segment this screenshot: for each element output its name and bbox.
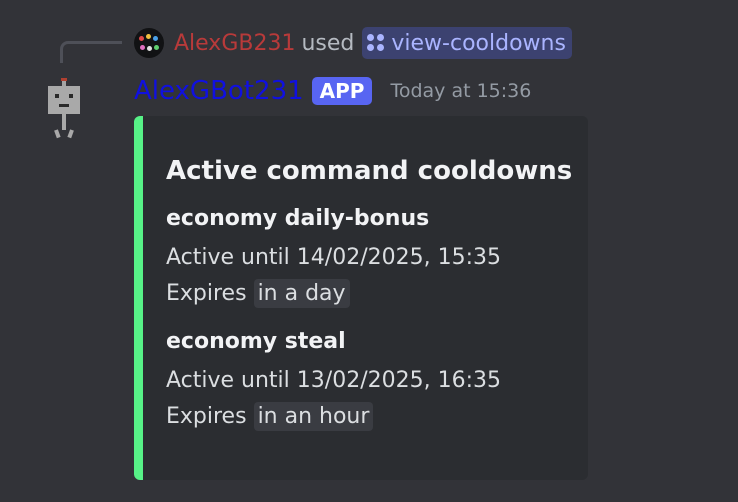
- robot-avatar-icon[interactable]: [44, 78, 84, 140]
- expires-line: Expires in an hour: [166, 399, 578, 435]
- reply-context[interactable]: AlexGB231 used view-cooldowns: [134, 27, 572, 59]
- active-until-line: Active until 14/02/2025, 15:35: [166, 240, 578, 276]
- active-until-line: Active until 13/02/2025, 16:35: [166, 363, 578, 399]
- bot-username[interactable]: AlexGBot231: [134, 76, 304, 106]
- embed-title: Active command cooldowns: [166, 156, 573, 186]
- active-until-prefix: Active until: [166, 245, 290, 270]
- embed-field: economy daily-bonus Active until 14/02/2…: [166, 205, 578, 312]
- reply-username[interactable]: AlexGB231: [174, 31, 295, 56]
- embed-body: Active command cooldowns economy daily-b…: [166, 154, 578, 451]
- embed-field: economy steal Active until 13/02/2025, 1…: [166, 328, 578, 435]
- reply-connector: [60, 41, 122, 63]
- active-until-date: 13/02/2025, 16:35: [296, 368, 501, 393]
- slash-command-mention[interactable]: view-cooldowns: [362, 27, 572, 59]
- discord-message-view: AlexGB231 used view-cooldowns AlexGBot23…: [0, 0, 738, 502]
- slash-command-icon: [366, 33, 386, 53]
- relative-timestamp[interactable]: in an hour: [253, 402, 374, 431]
- app-badge: APP: [311, 77, 373, 105]
- user-avatar-icon[interactable]: [134, 28, 164, 58]
- slash-command-label: view-cooldowns: [391, 30, 566, 56]
- message-timestamp[interactable]: Today at 15:36: [390, 80, 531, 102]
- relative-timestamp[interactable]: in a day: [253, 279, 350, 308]
- active-until-date: 14/02/2025, 15:35: [296, 245, 501, 270]
- expires-prefix: Expires: [166, 404, 247, 429]
- expires-prefix: Expires: [166, 281, 247, 306]
- reply-action-text: used: [301, 30, 355, 56]
- active-until-prefix: Active until: [166, 368, 290, 393]
- expires-line: Expires in a day: [166, 276, 578, 312]
- field-name: economy daily-bonus: [166, 206, 430, 231]
- embed: Active command cooldowns economy daily-b…: [134, 116, 588, 480]
- message-header: AlexGBot231 APP Today at 15:36: [134, 74, 531, 108]
- field-name: economy steal: [166, 329, 346, 354]
- embed-accent-bar: [134, 116, 143, 480]
